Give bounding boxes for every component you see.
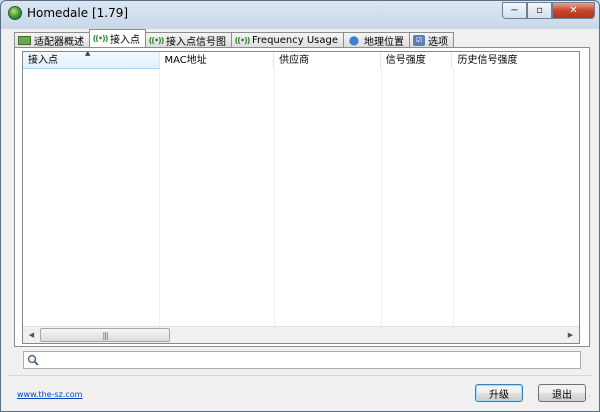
access-point-list[interactable]: ▲ 接入点 MAC地址 供应商 信号强度 历史信号强度 ◀ ||| ▶	[22, 51, 580, 344]
sort-ascending-icon: ▲	[85, 51, 91, 57]
upgrade-button[interactable]: 升级	[475, 384, 523, 402]
column-label: 接入点	[28, 55, 58, 66]
column-grid-line	[381, 69, 382, 326]
column-grid-line	[274, 69, 275, 326]
tab-panel: ▲ 接入点 MAC地址 供应商 信号强度 历史信号强度 ◀ ||| ▶	[14, 47, 590, 347]
search-input[interactable]	[44, 353, 574, 367]
tab-label: 接入点	[110, 35, 140, 46]
location-pin-icon: ●	[348, 33, 360, 47]
tab-label: 选项	[428, 36, 448, 48]
column-grid-line	[159, 69, 160, 326]
scroll-right-arrow-icon[interactable]: ▶	[562, 327, 579, 343]
tab-strip: 适配器概述 ((•)) 接入点 ((•)) 接入点信号图 ((•)) Frequ…	[14, 29, 454, 48]
list-header: ▲ 接入点 MAC地址 供应商 信号强度 历史信号强度	[23, 52, 579, 69]
tab-frequency-usage[interactable]: ((•)) Frequency Usage	[231, 32, 344, 47]
title-bar[interactable]: Homedale [1.79] − ▫ ✕	[1, 1, 599, 25]
wifi-signal-icon: ((•))	[148, 35, 165, 45]
footer-divider	[8, 375, 592, 376]
window-title: Homedale [1.79]	[27, 6, 129, 20]
column-grid-line	[453, 69, 454, 326]
column-label: MAC地址	[164, 55, 207, 66]
website-link[interactable]: www.the-sz.com	[17, 390, 82, 399]
maximize-button[interactable]: ▫	[527, 2, 552, 19]
tab-adapter-overview[interactable]: 适配器概述	[14, 32, 90, 48]
app-window: Homedale [1.79] − ▫ ✕ 适配器概述 ((•)) 接入点 ((…	[0, 0, 600, 412]
column-header-access-point[interactable]: ▲ 接入点	[23, 52, 160, 69]
column-header-mac-address[interactable]: MAC地址	[160, 52, 275, 69]
list-body	[23, 69, 579, 326]
column-header-signal-strength[interactable]: 信号强度	[381, 52, 453, 69]
tab-label: Frequency Usage	[252, 34, 338, 46]
exit-button[interactable]: 退出	[538, 384, 586, 402]
tab-label: 地理位置	[364, 36, 404, 48]
tab-access-points[interactable]: ((•)) 接入点	[89, 29, 146, 47]
scroll-left-arrow-icon[interactable]: ◀	[23, 327, 40, 343]
search-icon	[27, 354, 39, 366]
search-box[interactable]	[23, 351, 581, 369]
tab-label: 适配器概述	[34, 36, 84, 48]
tab-label: 接入点信号图	[166, 36, 226, 48]
resize-grip-icon[interactable]: ⋰	[583, 394, 591, 403]
wifi-signal-icon: ((•))	[234, 35, 251, 45]
column-label: 历史信号强度	[457, 55, 518, 66]
column-label: 供应商	[279, 55, 310, 66]
scrollbar-thumb[interactable]: |||	[40, 328, 170, 342]
column-header-signal-history[interactable]: 历史信号强度	[452, 52, 579, 69]
tab-geolocation[interactable]: ● 地理位置	[343, 32, 410, 48]
options-icon: ☑	[413, 34, 425, 46]
wifi-signal-icon: ((•))	[92, 34, 109, 43]
app-globe-icon[interactable]	[8, 6, 22, 20]
column-label: 信号强度	[385, 55, 426, 66]
client-area: 适配器概述 ((•)) 接入点 ((•)) 接入点信号图 ((•)) Frequ…	[8, 29, 592, 404]
close-button[interactable]: ✕	[552, 2, 595, 19]
tab-ap-signal-graph[interactable]: ((•)) 接入点信号图	[145, 32, 232, 48]
column-header-vendor[interactable]: 供应商	[274, 52, 381, 69]
network-adapter-icon	[18, 35, 31, 45]
horizontal-scrollbar[interactable]: ◀ ||| ▶	[23, 326, 579, 343]
tab-options[interactable]: ☑ 选项	[409, 32, 454, 48]
minimize-button[interactable]: −	[502, 2, 527, 19]
